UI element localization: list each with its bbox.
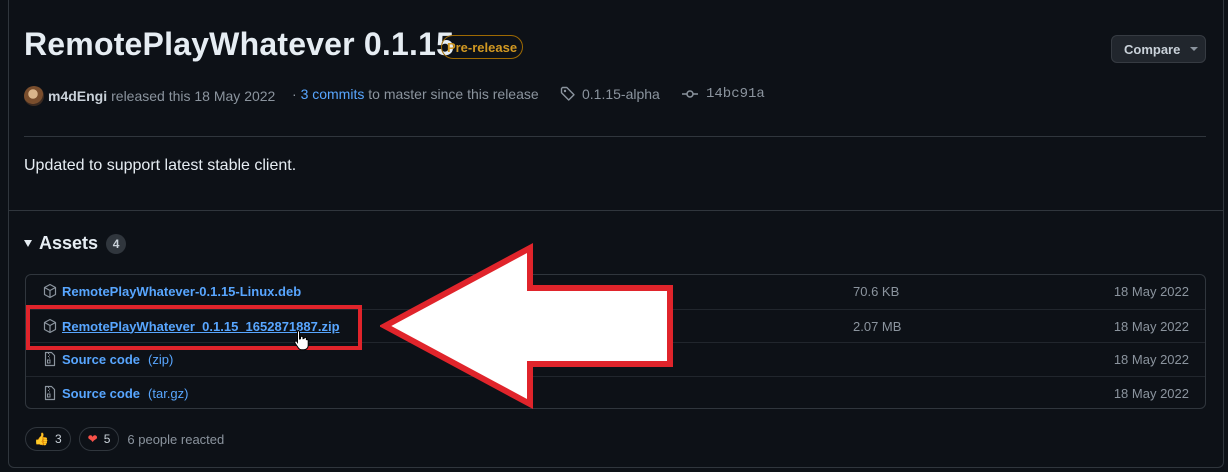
commits-line: · 3 commits to master since this release [292,86,539,102]
git-commit-icon [682,90,698,98]
hand-pointer-cursor-icon [294,330,309,351]
file-zip-icon [44,385,56,400]
annotation-highlight-box [26,305,362,350]
thumbs-up-icon: 👍 [34,432,49,446]
chevron-down-icon [1190,47,1199,51]
commit-line[interactable]: 14bc91a [682,86,765,102]
reaction-thumbs-up[interactable]: 👍 3 [25,427,71,451]
asset-date: 18 May 2022 [1113,385,1189,401]
annotation-arrow-icon [380,242,673,410]
asset-date: 18 May 2022 [1113,284,1189,299]
author-link[interactable]: m4dEngi [48,88,107,104]
asset-link[interactable]: Source code (tar.gz) [62,386,189,401]
compare-label: Compare [1124,41,1181,57]
asset-link[interactable]: Source code (zip) [62,352,173,367]
asset-date: 18 May 2022 [1113,352,1189,367]
commits-link[interactable]: 3 commits [301,86,365,102]
tag-name: 0.1.15-alpha [582,86,660,102]
compare-button[interactable]: Compare [1111,35,1206,63]
reaction-count: 3 [54,432,62,446]
released-text: released this 18 May 2022 [111,88,276,104]
asset-link[interactable]: RemotePlayWhatever-0.1.15-Linux.deb [62,284,301,299]
reaction-heart[interactable]: ❤ 5 [78,427,120,451]
tag-icon [560,86,575,101]
source-code-label: Source code [62,352,141,367]
divider [24,136,1206,137]
divider [8,210,1224,211]
source-code-label: Source code [62,385,141,401]
assets-count-badge: 4 [106,233,127,254]
reactions-bar: 👍 3 ❤ 5 6 people reacted [25,427,224,451]
heart-icon: ❤ [87,432,98,446]
prerelease-badge: Pre-release [441,35,523,59]
release-title[interactable]: RemotePlayWhatever 0.1.15 [24,26,454,63]
assets-toggle[interactable]: Assets 4 [24,233,127,254]
commit-sha: 14bc91a [706,86,765,102]
asset-size: 70.6 KB [853,284,900,299]
reactions-summary: 6 people reacted [127,431,225,447]
source-format: (tar.gz) [148,385,189,401]
tag-line[interactable]: 0.1.15-alpha [560,86,660,102]
commits-suffix: to master since this release [368,86,539,102]
package-icon [43,283,57,299]
file-zip-icon [44,351,56,367]
triangle-down-icon [24,240,32,247]
reaction-count: 5 [103,432,111,446]
avatar[interactable] [24,86,44,106]
source-format: (zip) [148,352,174,367]
assets-heading: Assets [39,233,99,253]
asset-date: 18 May 2022 [1113,318,1189,334]
asset-size: 2.07 MB [853,318,902,334]
release-notes: Updated to support latest stable client. [24,157,297,174]
separator-dot: · [292,86,297,102]
release-author-line: m4dEngi released this 18 May 2022 [24,86,275,106]
